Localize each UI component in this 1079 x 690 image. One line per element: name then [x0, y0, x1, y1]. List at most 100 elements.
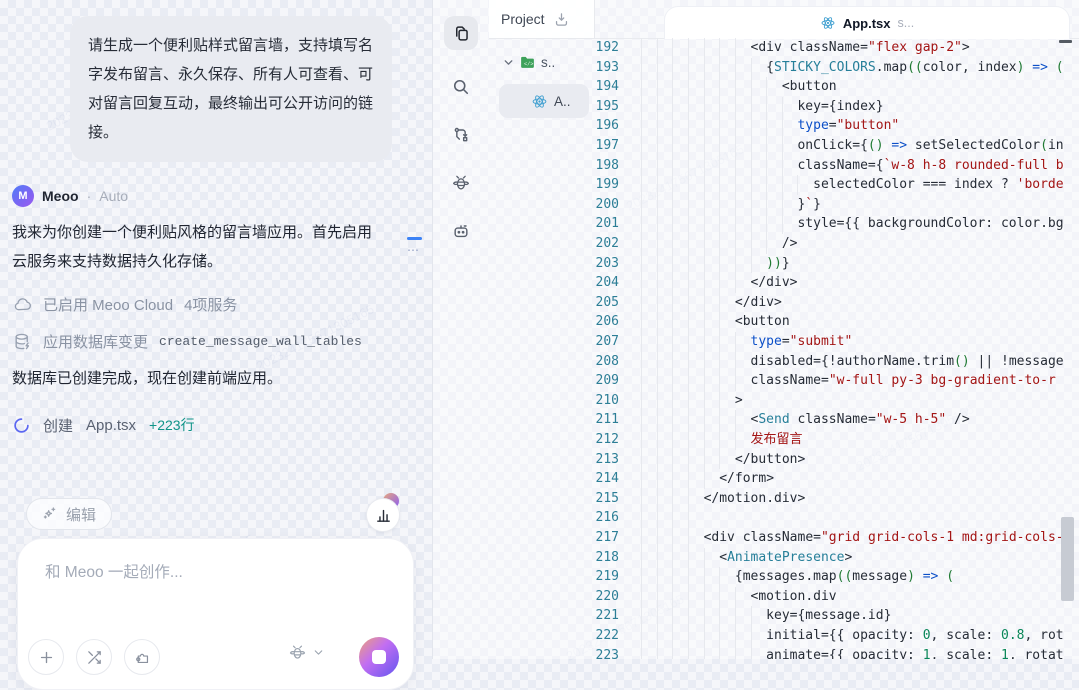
diff-added-lines: +223行: [149, 415, 195, 435]
code-line: 212发布留言: [594, 430, 1079, 450]
code-line: 192<div className="flex gap-2">: [594, 38, 1079, 58]
chevron-down-icon: [502, 56, 515, 69]
status-db-code: create_message_wall_tables: [159, 334, 362, 349]
code-line: 202/>: [594, 234, 1079, 254]
sparkle-wand-icon: [42, 506, 58, 522]
search-icon: [451, 77, 471, 97]
code-line: 216: [594, 508, 1079, 528]
meoo-avatar: M: [12, 185, 34, 207]
code-line: 221key={message.id}: [594, 606, 1079, 626]
svg-text:</>: </>: [524, 61, 534, 67]
rail-bot-button[interactable]: [444, 214, 478, 248]
assistant-paragraph: 我来为你创建一个便利贴风格的留言墙应用。首先启用云服务来支持数据持久化存储。: [12, 218, 384, 276]
code-line: 217<div className="grid grid-cols-1 md:g…: [594, 528, 1079, 548]
activity-rail: [433, 0, 489, 659]
tree-item-folder[interactable]: </> s..: [489, 50, 594, 74]
status-db-row[interactable]: 应用数据库变更 create_message_wall_tables: [13, 330, 362, 352]
tab-file-name: App.tsx: [843, 16, 891, 31]
download-icon[interactable]: [553, 11, 570, 28]
tree-item-label: s..: [541, 55, 555, 70]
code-line: 199selectedColor === index ? 'borde: [594, 175, 1079, 195]
status-cloud-badge: 4项服务: [184, 294, 237, 315]
code-line: 201style={{ backgroundColor: color.bg: [594, 214, 1079, 234]
status-cloud-row[interactable]: 已启用 Meoo Cloud 4项服务: [13, 293, 237, 315]
rail-search-button[interactable]: [444, 70, 478, 104]
code-editor[interactable]: 192<div className="flex gap-2">193{STICK…: [594, 38, 1079, 659]
explorer-header: Project: [489, 0, 595, 39]
puzzle-piece-icon: [134, 649, 151, 666]
cloud-icon: [13, 295, 32, 314]
assistant-mode-label: Auto: [99, 188, 128, 204]
code-line: 220<motion.div: [594, 587, 1079, 607]
copy-files-icon: [452, 24, 471, 43]
shuffle-arrows-icon: [86, 649, 103, 666]
code-line: 205</div>: [594, 293, 1079, 313]
tab-suffix: s...: [898, 16, 915, 30]
react-atom-icon: [820, 15, 836, 31]
code-line: 218<AnimatePresence>: [594, 548, 1079, 568]
code-line: 193{STICKY_COLORS.map((color, index) => …: [594, 58, 1079, 78]
code-line: 208disabled={!authorName.trim() || !mess…: [594, 352, 1079, 372]
stop-square-icon: [372, 650, 386, 664]
tree-item-file-selected[interactable]: A..: [499, 84, 589, 118]
code-line: 203))}: [594, 254, 1079, 274]
explorer-title: Project: [501, 11, 545, 27]
code-line: 223animate={{ opacity: 1, scale: 1, rota…: [594, 646, 1079, 659]
ide-panel: Project </> s.. A.. App.tsx s... 192<div…: [433, 0, 1079, 659]
rail-debug-button[interactable]: [444, 166, 478, 200]
react-atom-icon: [531, 93, 548, 110]
panel-handle-dots-icon: ⋯: [407, 243, 420, 257]
attach-button[interactable]: [28, 639, 64, 675]
creating-file-row[interactable]: 创建 App.tsx +223行: [13, 414, 195, 436]
plus-icon: [38, 649, 55, 666]
extensions-button[interactable]: [124, 639, 160, 675]
assistant-name: Meoo: [42, 188, 79, 204]
model-selector[interactable]: [288, 643, 325, 662]
code-line: 195key={index}: [594, 97, 1079, 117]
code-line: 207type="submit": [594, 332, 1079, 352]
compare-changes-icon: [451, 125, 471, 145]
editor-tab[interactable]: App.tsx s...: [664, 6, 1070, 39]
edit-button-label: 编辑: [66, 504, 96, 525]
code-line: 219{messages.map((message) => (: [594, 567, 1079, 587]
bar-chart-icon: [375, 507, 392, 524]
tree-item-label: A..: [554, 94, 571, 109]
code-line: 197onClick={() => setSelectedColor(in: [594, 136, 1079, 156]
code-line: 204</div>: [594, 273, 1079, 293]
code-line: 200}`}: [594, 195, 1079, 215]
edit-button[interactable]: 编辑: [26, 498, 112, 530]
bot-icon: [451, 221, 471, 241]
creating-action-label: 创建: [43, 415, 73, 436]
code-line: 211<Send className="w-5 h-5" />: [594, 410, 1079, 430]
code-line: 206<button: [594, 312, 1079, 332]
panel-drag-handle[interactable]: [407, 237, 422, 240]
code-line: 222initial={{ opacity: 0, scale: 0.8, ro…: [594, 626, 1079, 646]
code-line: 196type="button": [594, 116, 1079, 136]
editor-scrollbar-thumb[interactable]: [1061, 517, 1074, 601]
status-db-label: 应用数据库变更: [43, 331, 148, 352]
status-cloud-label: 已启用 Meoo Cloud: [43, 294, 173, 315]
code-line: 209className="w-full py-3 bg-gradient-to…: [594, 371, 1079, 391]
shuffle-button[interactable]: [76, 639, 112, 675]
user-message-bubble: 请生成一个便利贴样式留言墙，支持填写名字发布留言、永久保存、所有人可查看、可对留…: [70, 16, 392, 162]
bee-icon: [288, 643, 307, 662]
insights-button[interactable]: [366, 498, 400, 532]
code-line: 210>: [594, 391, 1079, 411]
creating-file-name: App.tsx: [86, 417, 136, 434]
stop-generation-button[interactable]: [359, 637, 399, 677]
rail-compare-button[interactable]: [444, 118, 478, 152]
spinner-icon: [13, 417, 30, 434]
code-line: 213</button>: [594, 450, 1079, 470]
database-icon: [13, 332, 32, 351]
chevron-down-icon: [312, 646, 325, 659]
code-line: 215</motion.div>: [594, 489, 1079, 509]
composer-input[interactable]: 和 Meoo 一起创作...: [45, 560, 183, 582]
rail-files-button[interactable]: [444, 16, 478, 50]
assistant-separator: ·: [87, 188, 92, 204]
composer-card: 和 Meoo 一起创作...: [17, 538, 414, 690]
chat-panel: 请生成一个便利贴样式留言墙，支持填写名字发布留言、永久保存、所有人可查看、可对留…: [0, 0, 433, 659]
code-line: 194<button: [594, 77, 1079, 97]
assistant-paragraph: 数据库已创建完成，现在创建前端应用。: [12, 364, 412, 393]
code-line: 214</form>: [594, 469, 1079, 489]
folder-src-icon: </>: [519, 54, 536, 71]
